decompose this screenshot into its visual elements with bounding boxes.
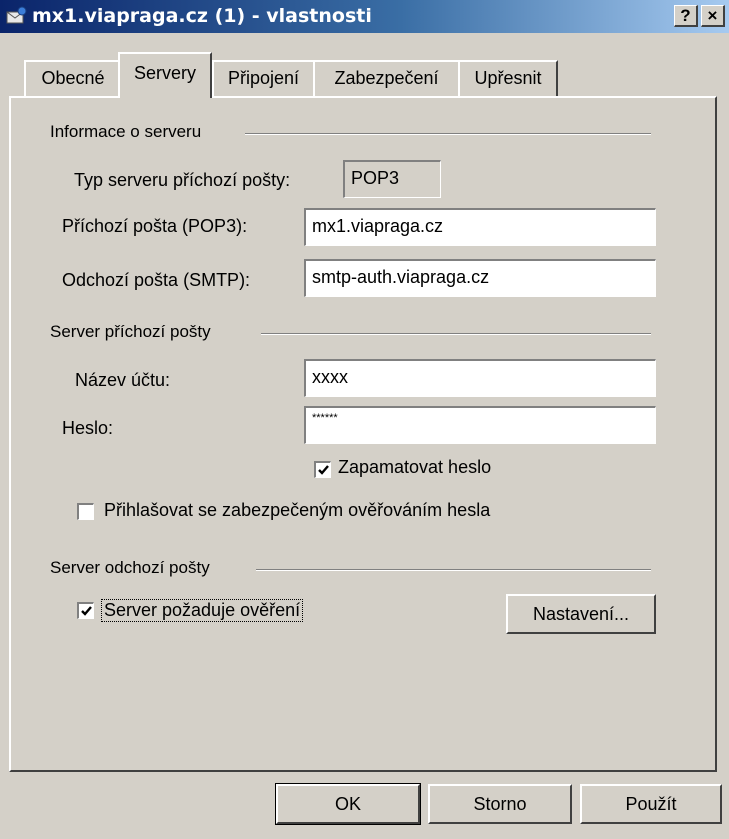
tab-obecne[interactable]: Obecné: [24, 60, 122, 96]
tab-zabezpeceni[interactable]: Zabezpečení: [313, 60, 460, 96]
incoming-server-label: Příchozí pošta (POP3):: [62, 216, 248, 236]
help-button[interactable]: ?: [674, 5, 698, 27]
requires-auth-label[interactable]: Server požaduje ověření: [101, 599, 304, 622]
outgoing-server-input[interactable]: smtp-auth.viapraga.cz: [304, 259, 656, 297]
group-label-outgoing: Server odchozí pošty: [50, 558, 210, 577]
remember-password-checkbox[interactable]: [314, 461, 331, 478]
incoming-type-label: Typ serveru příchozí pošty:: [74, 170, 291, 190]
account-name-label: Název účtu:: [75, 370, 171, 390]
password-input[interactable]: ******: [304, 406, 656, 444]
checkmark-icon: [81, 606, 92, 616]
cancel-button[interactable]: Storno: [428, 784, 572, 824]
title-bar[interactable]: mx1.viapraga.cz (1) - vlastnosti ? ×: [0, 0, 729, 33]
group-divider: [245, 133, 651, 135]
tab-upresnit[interactable]: Upřesnit: [458, 60, 558, 96]
window-title: mx1.viapraga.cz (1) - vlastnosti: [32, 5, 372, 27]
password-label: Heslo:: [62, 418, 114, 438]
settings-button[interactable]: Nastavení...: [506, 594, 656, 634]
group-divider: [261, 333, 651, 335]
checkmark-icon: [318, 465, 329, 475]
close-icon: ×: [707, 6, 718, 25]
apply-button[interactable]: Použít: [580, 784, 722, 824]
account-name-input[interactable]: xxxx: [304, 359, 656, 397]
remember-password-label[interactable]: Zapamatovat heslo: [338, 457, 491, 478]
outgoing-server-label: Odchozí pošta (SMTP):: [62, 270, 251, 290]
spa-checkbox[interactable]: [77, 503, 94, 520]
close-button[interactable]: ×: [701, 5, 725, 27]
spa-label[interactable]: Přihlašovat se zabezpečeným ověřováním h…: [104, 500, 490, 521]
mail-account-icon: [6, 6, 28, 26]
group-label-incoming: Server příchozí pošty: [50, 322, 211, 341]
incoming-type-field: POP3: [343, 160, 441, 198]
tab-servery[interactable]: Servery: [118, 52, 212, 98]
requires-auth-checkbox[interactable]: [77, 602, 94, 619]
group-label-server-info: Informace o serveru: [50, 122, 202, 141]
tab-pripojeni[interactable]: Připojení: [212, 60, 315, 96]
group-divider: [256, 569, 651, 571]
ok-button[interactable]: OK: [275, 783, 421, 825]
incoming-server-input[interactable]: mx1.viapraga.cz: [304, 208, 656, 246]
